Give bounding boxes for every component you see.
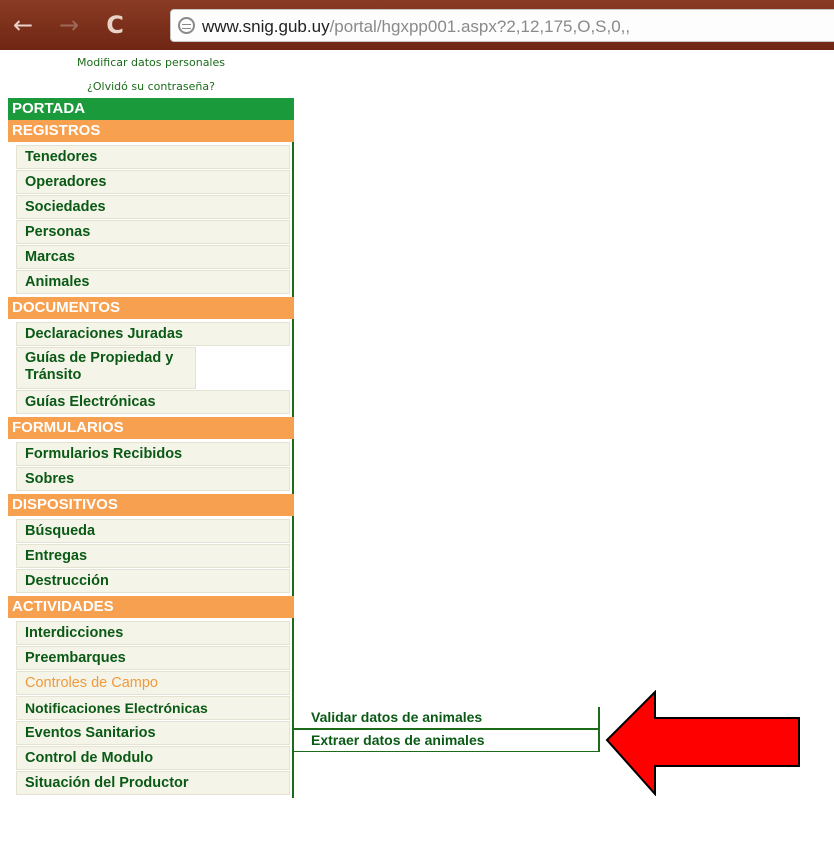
sidebar-menu: Modificar datos personales ¿Olvidó su co… [8, 50, 294, 798]
url-host: www.snig.gub.uy [202, 17, 330, 36]
menu-item-declaraciones-juradas[interactable]: Declaraciones Juradas [16, 322, 290, 346]
registros-items: Tenedores Operadores Sociedades Personas… [8, 142, 294, 297]
menu-item-guias-propiedad-transito[interactable]: Guías de Propiedad y Tránsito [16, 347, 196, 389]
section-documentos[interactable]: DOCUMENTOS [8, 297, 294, 319]
portada-header[interactable]: PORTADA [8, 98, 294, 120]
menu-item-animales[interactable]: Animales [16, 270, 290, 294]
forward-arrow-icon[interactable]: → [54, 12, 84, 38]
section-actividades[interactable]: ACTIVIDADES [8, 596, 294, 618]
formularios-items: Formularios Recibidos Sobres [8, 439, 294, 494]
section-registros[interactable]: REGISTROS [8, 120, 294, 142]
globe-icon [178, 17, 195, 34]
submenu-validar-datos[interactable]: Validar datos de animales [294, 707, 600, 729]
menu-item-guias-electronicas[interactable]: Guías Electrónicas [16, 390, 290, 414]
menu-item-notificaciones-electronicas[interactable]: Notificaciones Electrónicas [16, 696, 290, 720]
menu-item-preembarques[interactable]: Preembarques [16, 646, 290, 670]
menu-item-operadores[interactable]: Operadores [16, 170, 290, 194]
submenu-extraer-datos[interactable]: Extraer datos de animales [294, 729, 600, 752]
section-dispositivos[interactable]: DISPOSITIVOS [8, 494, 294, 516]
back-arrow-icon[interactable]: ← [8, 12, 38, 38]
red-arrow-icon [605, 690, 800, 796]
menu-item-controles-de-campo[interactable]: Controles de Campo [16, 671, 290, 695]
menu-item-control-de-modulo[interactable]: Control de Modulo [16, 746, 290, 770]
menu-item-situacion-productor[interactable]: Situación del Productor [16, 771, 290, 795]
menu-item-formularios-recibidos[interactable]: Formularios Recibidos [16, 442, 290, 466]
menu-item-eventos-sanitarios[interactable]: Eventos Sanitarios [16, 721, 290, 745]
menu-item-busqueda[interactable]: Búsqueda [16, 519, 290, 543]
url-path: /portal/hgxpp001.aspx?2,12,175,O,S,0,, [329, 17, 631, 36]
menu-item-sobres[interactable]: Sobres [16, 467, 290, 491]
menu-item-entregas[interactable]: Entregas [16, 544, 290, 568]
menu-item-tenedores[interactable]: Tenedores [16, 145, 290, 169]
controles-de-campo-submenu: Validar datos de animales Extraer datos … [294, 707, 600, 752]
menu-item-marcas[interactable]: Marcas [16, 245, 290, 269]
section-formularios[interactable]: FORMULARIOS [8, 417, 294, 439]
actividades-items: Interdicciones Preembarques Controles de… [8, 618, 294, 798]
browser-toolbar: ← → C www.snig.gub.uy/portal/hgxpp001.as… [0, 0, 834, 50]
reload-icon[interactable]: C [100, 12, 130, 38]
dispositivos-items: Búsqueda Entregas Destrucción [8, 516, 294, 596]
url-text[interactable]: www.snig.gub.uy/portal/hgxpp001.aspx?2,1… [202, 17, 630, 37]
menu-item-sociedades[interactable]: Sociedades [16, 195, 290, 219]
menu-item-interdicciones[interactable]: Interdicciones [16, 621, 290, 645]
menu-item-personas[interactable]: Personas [16, 220, 290, 244]
address-bar[interactable]: www.snig.gub.uy/portal/hgxpp001.aspx?2,1… [170, 9, 834, 42]
documentos-items: Declaraciones Juradas Guías de Propiedad… [8, 319, 294, 417]
menu-item-destruccion[interactable]: Destrucción [16, 569, 290, 593]
modify-personal-data-link[interactable]: Modificar datos personales [8, 50, 294, 76]
forgot-password-link[interactable]: ¿Olvidó su contraseña? [8, 76, 294, 98]
